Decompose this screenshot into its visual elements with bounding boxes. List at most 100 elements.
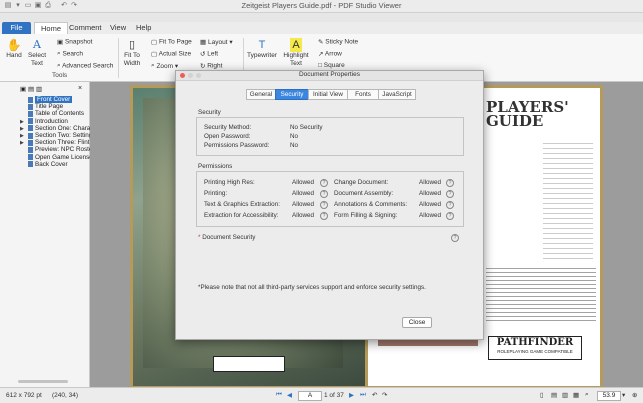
bookmark-item[interactable]: Preview: NPC Roster [35,146,95,153]
fit-to-width-label: Fit To Width [123,52,141,67]
horizontal-scrollbar[interactable] [18,380,68,383]
tab-view[interactable]: View [104,22,132,34]
perm-extraction-value: Allowed [292,201,315,208]
open-password-value: No [290,133,299,140]
bookmark-item[interactable]: Table of Contents [35,110,84,117]
credits-text-block [543,143,593,263]
highlight-text-button[interactable]: A Highlight Text [280,38,312,68]
single-page-icon[interactable]: ▯ [540,391,544,399]
bookmark-add-icon[interactable]: ▣ [20,86,26,93]
square-label: Square [323,62,345,70]
rotate-right-button[interactable]: ↻ Right [200,62,222,70]
page-label-input[interactable]: A [298,391,322,401]
help-icon[interactable]: ? [320,190,328,198]
typewriter-button[interactable]: T Typewriter [246,38,278,59]
bookmark-item[interactable]: Section Two: Setting [35,132,92,139]
arrow-button[interactable]: ↗ Arrow [318,50,342,58]
next-page-icon[interactable]: ▶ [349,391,354,399]
permissions-box: Printing High Res: Allowed ? Printing: A… [196,171,464,227]
select-text-icon: A [33,38,41,51]
bookmarks-panel: ▣ ▤ ▥ × Front Cover Title Page Table of Co… [0,82,95,387]
help-icon[interactable]: ? [320,212,328,220]
fit-to-width-button[interactable]: ▯ Fit To Width [121,38,143,68]
help-icon[interactable]: ? [446,190,454,198]
snapshot-button[interactable]: ▣ Snapshot [57,38,92,46]
permissions-heading: Permissions [198,163,233,170]
facing-icon[interactable]: ▥ [562,391,568,399]
search-button[interactable]: ⌕ Search [57,50,83,58]
tab-help[interactable]: Help [130,22,157,34]
cursor-coordinates: (240, 34) [52,392,79,399]
tab-security[interactable]: Security [275,89,309,100]
close-window-icon[interactable] [180,73,185,78]
advanced-search-button[interactable]: ⌕ Advanced Search [57,62,113,70]
status-bar: 612 x 792 pt (240, 34) ⏮ ◀ A 1 of 37 ▶ ⏭… [0,387,643,403]
help-icon[interactable]: ? [320,201,328,209]
help-icon[interactable]: ? [320,179,328,187]
document-properties-dialog: Document Properties General Security Ini… [175,70,484,340]
expand-caret-icon[interactable]: ▶ [20,133,24,139]
zoom-out-icon[interactable]: ⌕ [585,391,589,399]
zoom-input[interactable]: 53.9 [597,391,621,401]
rotate-left-button[interactable]: ↺ Left [200,50,218,58]
bookmark-item[interactable]: Open Game License [35,154,93,161]
tab-comment[interactable]: Comment [63,22,108,34]
zoom-dropdown-icon[interactable]: ▾ [622,391,625,399]
previous-page-icon[interactable]: ◀ [287,391,292,399]
forward-icon[interactable]: ↷ [382,391,387,399]
fit-page-icon: ▢ [151,39,158,46]
close-icon[interactable]: × [78,85,82,92]
bookmark-icon [28,96,33,103]
pathfinder-title: PATHFINDER [496,337,574,348]
bookmark-icon [28,146,33,153]
sticky-note-button[interactable]: ✎ Sticky Note [318,38,358,46]
expand-caret-icon[interactable]: ▶ [20,119,24,125]
bookmark-item[interactable]: Section One: Charac [35,125,93,132]
zoom-window-icon[interactable] [196,73,201,78]
bookmark-item[interactable]: Title Page [35,103,63,110]
tab-javascript[interactable]: JavaScript [378,89,416,100]
tab-file[interactable]: File [2,22,31,34]
tab-general[interactable]: General [246,89,276,100]
expand-caret-icon[interactable]: ▶ [20,140,24,146]
close-button[interactable]: Close [402,317,432,328]
bookmark-expand-icon[interactable]: ▤ [28,86,34,93]
help-icon[interactable]: ? [446,201,454,209]
cover-facing-icon[interactable]: ▦ [573,391,579,399]
bookmark-item[interactable]: Introduction [35,118,68,125]
snapshot-label: Snapshot [64,38,93,46]
help-icon[interactable]: ? [446,212,454,220]
first-page-icon[interactable]: ⏮ [276,391,282,399]
bookmark-toolbar: ▣ ▤ ▥ [20,85,42,93]
bookmark-item[interactable]: Section Three: Flint [35,139,89,146]
square-button[interactable]: □ Square [318,62,345,69]
document-security-label: * Document Security [198,234,255,241]
bookmark-item[interactable]: Front Cover [35,96,73,103]
last-page-icon[interactable]: ⏭ [360,391,366,399]
minimize-window-icon[interactable] [188,73,193,78]
expand-caret-icon[interactable]: ▶ [20,126,24,132]
layout-icon: ▦ [200,39,207,47]
select-text-button[interactable]: A Select Text [26,38,48,68]
continuous-icon[interactable]: ▤ [551,391,557,399]
hand-button[interactable]: ✋ Hand [3,38,25,59]
help-icon[interactable]: ? [451,234,459,242]
select-text-label: Select Text [27,52,47,67]
perm-change-document-label: Change Document: [334,179,389,186]
actual-size-button[interactable]: ▢ Actual Size [151,50,191,58]
tab-initial-view[interactable]: Initial View [308,89,348,100]
tab-fonts[interactable]: Fonts [347,89,379,100]
help-icon[interactable]: ? [446,179,454,187]
perm-printing-value: Allowed [292,190,315,197]
back-icon[interactable]: ↶ [372,391,377,399]
perm-document-assembly-label: Document Assembly: [334,190,394,197]
perm-form-filling-label: Form Filling & Signing: [334,212,398,219]
zoom-label: Zoom [156,63,174,70]
zoom-in-icon[interactable]: ⊕ [632,391,637,399]
fit-to-page-button[interactable]: ▢ Fit To Page [151,38,192,46]
bookmark-item[interactable]: Back Cover [35,161,68,168]
document-security-text: Document Security [202,234,256,241]
layout-dropdown[interactable]: ▦ Layout ▾ [200,38,233,46]
bookmark-options-icon[interactable]: ▥ [36,86,42,93]
sticky-note-label: Sticky Note [325,38,359,46]
